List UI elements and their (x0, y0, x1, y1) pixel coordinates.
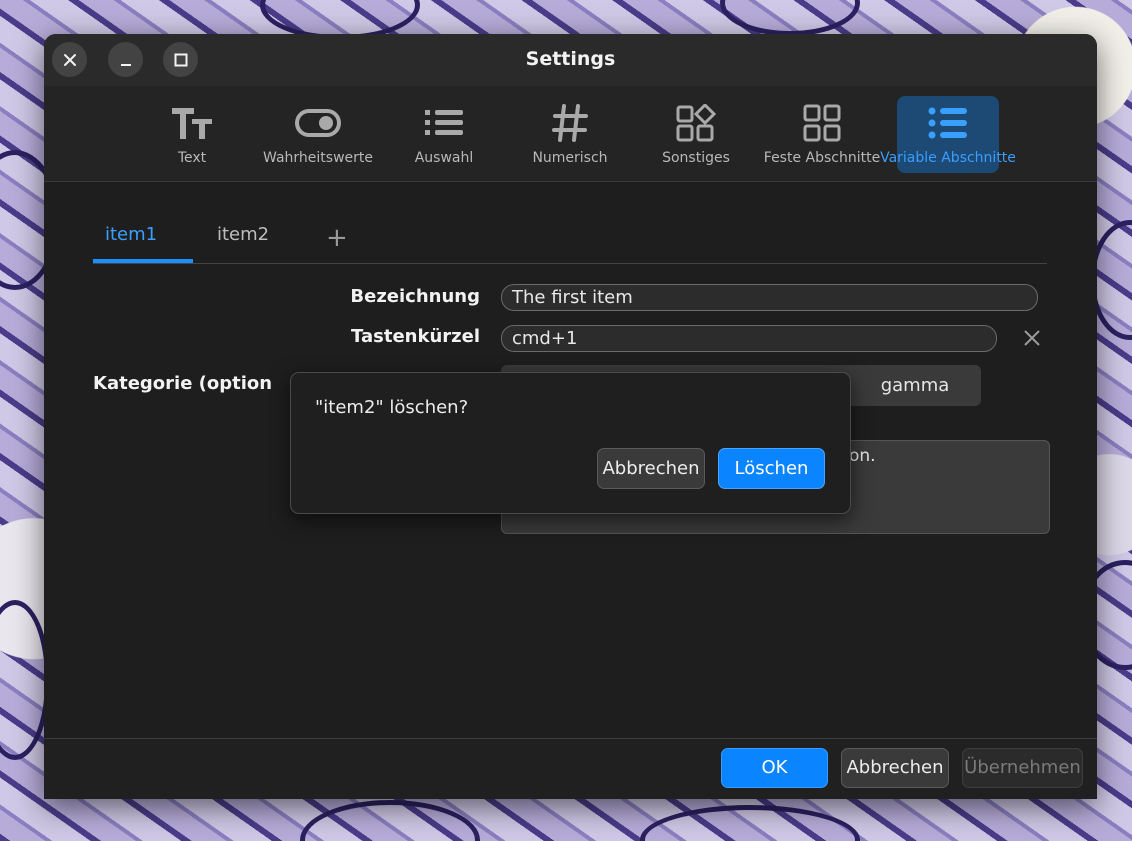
active-tab-indicator (93, 259, 193, 263)
tab-item1[interactable]: item1 (105, 224, 157, 264)
category-option-gamma[interactable]: gamma (849, 365, 981, 406)
toolbar-item-selection[interactable]: Auswahl (394, 86, 494, 182)
bullet-list-icon (928, 104, 968, 142)
tab-label: item1 (105, 224, 158, 245)
apply-button[interactable]: Übernehmen (962, 748, 1083, 788)
category-label: Kategorie (option (93, 373, 273, 394)
toolbar-item-misc[interactable]: Sonstiges (646, 86, 746, 182)
toggle-icon (295, 104, 341, 142)
toolbar-item-variable-sections[interactable]: Variable Abschnitte (880, 86, 1016, 182)
tab-label: item2 (217, 224, 270, 245)
toolbar-item-fixed-sections[interactable]: Feste Abschnitte (762, 86, 882, 182)
toolbar-item-label: Numerisch (532, 150, 608, 166)
dialog-cancel-button[interactable]: Abbrechen (597, 448, 705, 489)
cancel-button[interactable]: Abbrechen (841, 748, 949, 788)
toolbar-item-label: Sonstiges (662, 150, 730, 166)
toolbar-item-booleans[interactable]: Wahrheitswerte (258, 86, 378, 182)
grid-icon (803, 104, 841, 142)
shortcut-label: Tastenkürzel (351, 326, 480, 347)
clear-shortcut-button[interactable] (1021, 327, 1043, 349)
add-tab-button[interactable]: + (326, 225, 348, 251)
window-title: Settings (525, 48, 616, 70)
close-icon (1024, 330, 1040, 346)
settings-toolbar: Text Wahrheitswerte Auswahl Numerisch So… (44, 86, 1097, 182)
toolbar-item-label: Variable Abschnitte (880, 150, 1016, 166)
dialog-footer: OK Abbrechen Übernehmen (44, 738, 1097, 799)
ok-button[interactable]: OK (721, 748, 828, 788)
toolbar-item-label: Feste Abschnitte (763, 150, 881, 166)
toolbar-item-text[interactable]: Text (142, 86, 242, 182)
hash-icon (552, 104, 588, 142)
item-tabs: item1 item2 + (93, 224, 1047, 264)
toolbar-item-label: Text (177, 150, 207, 166)
tab-item2[interactable]: item2 (217, 224, 269, 264)
dialog-message: "item2" löschen? (315, 397, 469, 418)
name-label: Bezeichnung (350, 286, 480, 307)
list-icon (424, 104, 464, 142)
toolbar-item-numeric[interactable]: Numerisch (520, 86, 620, 182)
toolbar-item-label: Wahrheitswerte (263, 150, 373, 166)
name-input[interactable]: The first item (501, 284, 1038, 311)
dialog-delete-button[interactable]: Löschen (718, 448, 825, 489)
shapes-icon (676, 104, 716, 142)
delete-confirm-dialog: "item2" löschen? Abbrechen Löschen (290, 372, 851, 514)
text-icon (170, 104, 214, 142)
toolbar-item-label: Auswahl (414, 150, 474, 166)
shortcut-input[interactable]: cmd+1 (501, 325, 997, 352)
title-bar: Settings (44, 34, 1097, 86)
description-text: on. (849, 446, 876, 466)
